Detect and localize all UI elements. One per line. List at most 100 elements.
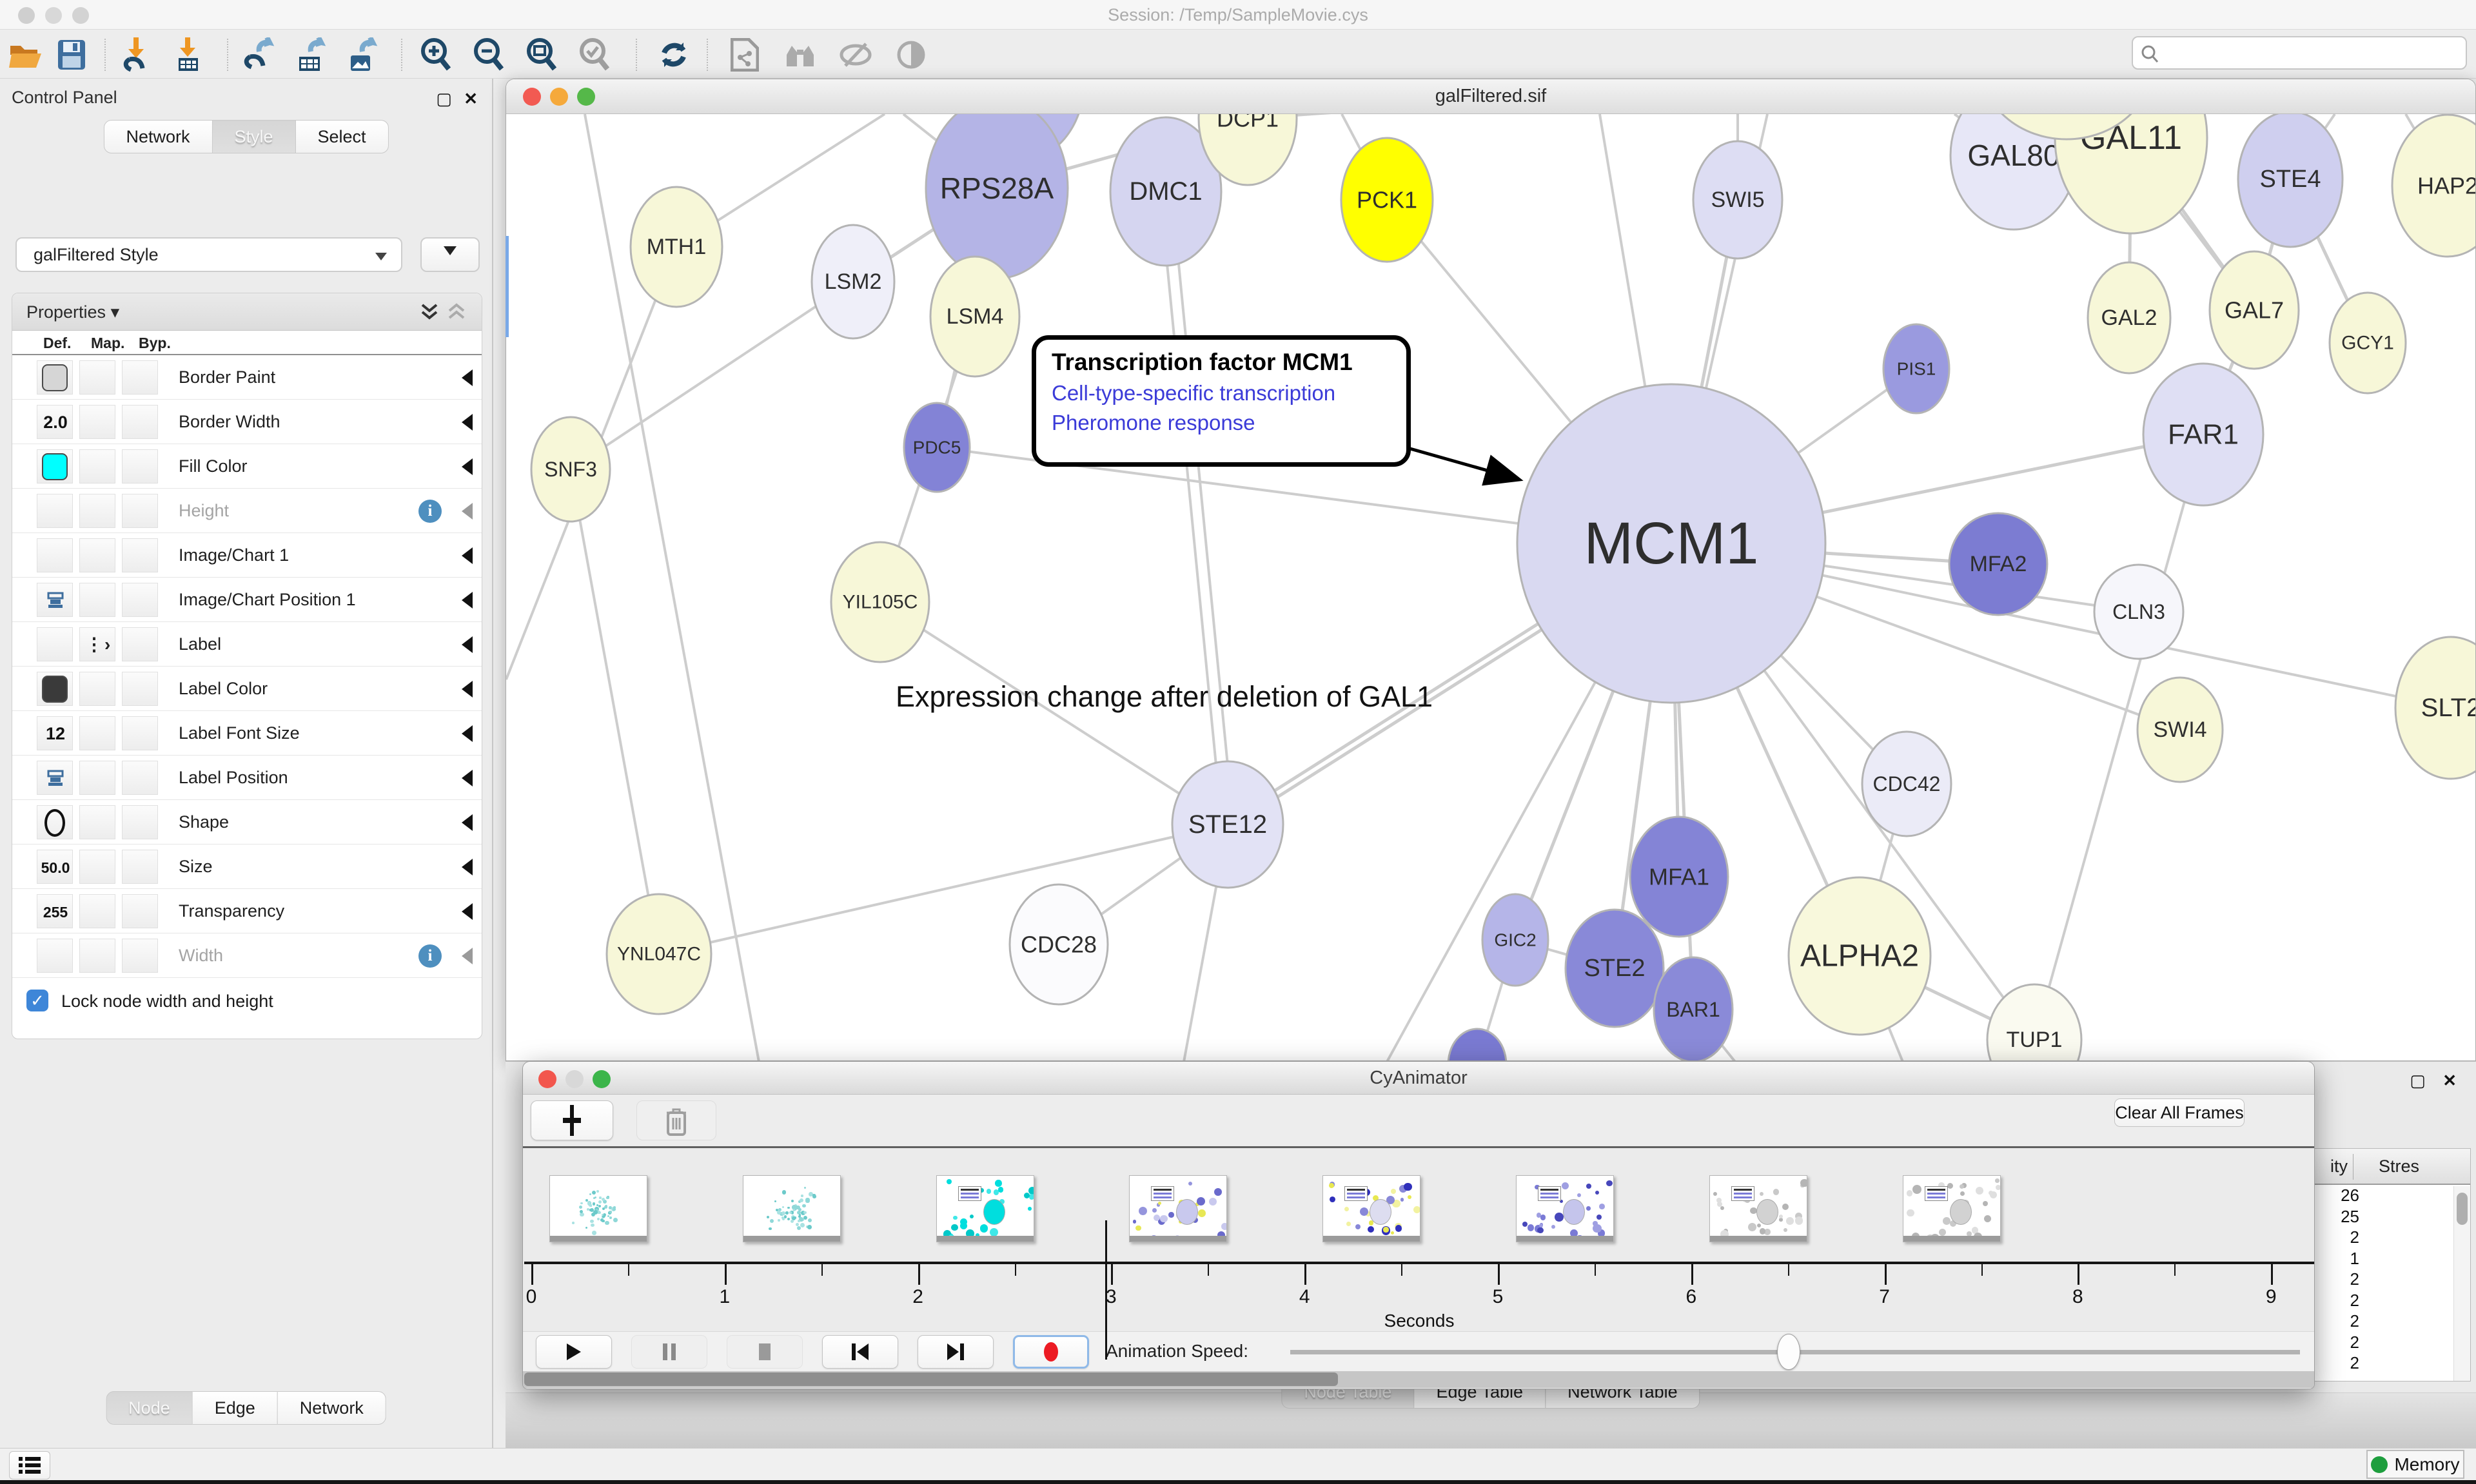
network-node-gic2[interactable]: GIC2 — [1482, 894, 1548, 986]
table-row[interactable]: 2 — [2314, 1290, 2470, 1311]
network-node-pdc5[interactable]: PDC5 — [904, 403, 970, 492]
annotation-box[interactable]: Transcription factor MCM1 Cell-type-spec… — [1032, 335, 1411, 467]
mapping-value-cell[interactable] — [79, 672, 115, 706]
network-node-ste12[interactable]: STE12 — [1172, 761, 1283, 888]
tab-style[interactable]: Style — [212, 120, 295, 153]
previous-frame-button[interactable] — [822, 1335, 898, 1369]
save-session-icon[interactable] — [53, 36, 90, 73]
timeline-playhead[interactable] — [1105, 1220, 1107, 1360]
network-node-gal2[interactable]: GAL2 — [2088, 262, 2170, 373]
bypass-value-cell[interactable] — [122, 850, 158, 884]
bypass-value-cell[interactable] — [122, 672, 158, 706]
table-row[interactable]: 2 — [2314, 1311, 2470, 1332]
expand-property-icon[interactable] — [462, 903, 473, 920]
network-node-pck1[interactable]: PCK1 — [1341, 138, 1433, 262]
default-value-cell[interactable] — [37, 672, 73, 706]
network-node-bar1[interactable]: BAR1 — [1654, 957, 1733, 1061]
mapping-value-cell[interactable] — [79, 939, 115, 973]
network-edge[interactable] — [1248, 114, 2067, 119]
network-node-slt2[interactable]: SLT2 — [2395, 637, 2476, 779]
network-node-ste2[interactable]: STE2 — [1566, 910, 1664, 1027]
pause-button[interactable] — [631, 1335, 707, 1369]
network-node-swi4[interactable]: SWI4 — [2137, 678, 2223, 782]
expand-property-icon[interactable] — [462, 636, 473, 653]
timeline-frame-3[interactable] — [1129, 1175, 1227, 1242]
animation-speed-slider[interactable] — [1290, 1332, 2300, 1372]
timeline-scrollbar[interactable] — [523, 1371, 2314, 1388]
table-row[interactable]: 26 — [2314, 1185, 2470, 1206]
expand-property-icon[interactable] — [462, 414, 473, 431]
network-node-cdc42[interactable]: CDC42 — [1862, 732, 1951, 836]
color-swatch[interactable] — [42, 453, 68, 480]
mapping-value-cell[interactable] — [79, 449, 115, 483]
property-row-label-position[interactable]: Label Position — [12, 756, 482, 800]
expand-property-icon[interactable] — [462, 948, 473, 964]
default-value-cell[interactable] — [37, 583, 73, 617]
slider-thumb[interactable] — [1777, 1334, 1800, 1370]
expand-property-icon[interactable] — [462, 592, 473, 609]
mapping-value-cell[interactable] — [79, 761, 115, 795]
search-network-icon[interactable] — [781, 36, 819, 73]
play-button[interactable] — [536, 1335, 612, 1369]
style-options-button[interactable] — [420, 237, 480, 272]
table-header[interactable]: ity Stres — [2314, 1149, 2470, 1185]
collapse-all-icon[interactable] — [447, 302, 466, 322]
close-panel-icon[interactable]: ✕ — [464, 89, 478, 109]
network-node-alpha2[interactable]: ALPHA2 — [1789, 877, 1931, 1035]
network-node-pis1[interactable]: PIS1 — [1883, 324, 1949, 413]
search-input[interactable] — [2132, 36, 2467, 70]
next-frame-button[interactable] — [918, 1335, 994, 1369]
network-node-yil105c[interactable]: YIL105C — [831, 542, 929, 662]
open-session-icon[interactable] — [8, 36, 45, 73]
table-row[interactable]: 2 — [2314, 1332, 2470, 1353]
bypass-value-cell[interactable] — [122, 494, 158, 528]
network-edge[interactable] — [571, 282, 853, 469]
property-row-size[interactable]: 50.0Size — [12, 845, 482, 889]
expand-property-icon[interactable] — [462, 681, 473, 698]
property-row-shape[interactable]: Shape — [12, 800, 482, 845]
expand-property-icon[interactable] — [462, 725, 473, 742]
property-row-height[interactable]: Heighti — [12, 489, 482, 533]
property-row-label[interactable]: ⋮›Label — [12, 622, 482, 667]
hide-graphics-details-icon[interactable] — [837, 36, 874, 73]
timeline-frame-1[interactable] — [743, 1175, 841, 1242]
export-network-icon[interactable] — [240, 36, 277, 73]
timeline-frame-2[interactable] — [936, 1175, 1034, 1242]
bypass-value-cell[interactable] — [122, 939, 158, 973]
network-node-snf3[interactable]: SNF3 — [531, 417, 610, 522]
zoom-in-icon[interactable] — [418, 36, 455, 73]
cyanimator-timeline[interactable]: 0123456789 Seconds — [523, 1148, 2314, 1331]
export-table-icon[interactable] — [291, 36, 329, 73]
mapping-value-cell[interactable] — [79, 583, 115, 617]
network-edge[interactable] — [571, 469, 659, 954]
float-panel-icon[interactable]: ▢ — [2410, 1071, 2426, 1091]
table-row[interactable]: 25 — [2314, 1206, 2470, 1227]
network-canvas[interactable]: RPS28BRPS28ADMC1DCP1PCK1SWI5GAL80GAL11ST… — [506, 114, 2476, 1061]
cyanimator-titlebar[interactable]: CyAnimator — [523, 1062, 2314, 1095]
default-value-cell[interactable] — [37, 494, 73, 528]
zoom-out-icon[interactable] — [471, 36, 508, 73]
bypass-value-cell[interactable] — [122, 894, 158, 928]
property-row-fill-color[interactable]: Fill Color — [12, 444, 482, 489]
zoom-fit-icon[interactable] — [524, 36, 561, 73]
clear-all-frames-button[interactable]: Clear All Frames — [2114, 1098, 2245, 1127]
expand-property-icon[interactable] — [462, 814, 473, 831]
network-node-lsm4[interactable]: LSM4 — [930, 257, 1019, 376]
property-row-image-chart-position-1[interactable]: Image/Chart Position 1 — [12, 578, 482, 622]
default-value-cell[interactable] — [37, 360, 73, 395]
property-row-border-width[interactable]: 2.0Border Width — [12, 400, 482, 444]
export-image-icon[interactable] — [343, 36, 380, 73]
expand-property-icon[interactable] — [462, 458, 473, 475]
property-row-transparency[interactable]: 255Transparency — [12, 889, 482, 933]
default-value-cell[interactable] — [37, 761, 73, 795]
network-node-mcm1[interactable]: MCM1 — [1517, 384, 1825, 703]
annotation-link[interactable]: Cell-type-specific transcription — [1052, 381, 1406, 405]
table-scrollbar[interactable] — [2453, 1186, 2470, 1381]
network-node-nodeb[interactable] — [1448, 1029, 1506, 1061]
bypass-value-cell[interactable] — [122, 449, 158, 483]
table-row[interactable]: 2 — [2314, 1269, 2470, 1290]
delete-frame-button[interactable] — [636, 1100, 716, 1140]
info-icon[interactable]: i — [418, 944, 442, 968]
bypass-value-cell[interactable] — [122, 583, 158, 617]
bypass-value-cell[interactable] — [122, 538, 158, 572]
